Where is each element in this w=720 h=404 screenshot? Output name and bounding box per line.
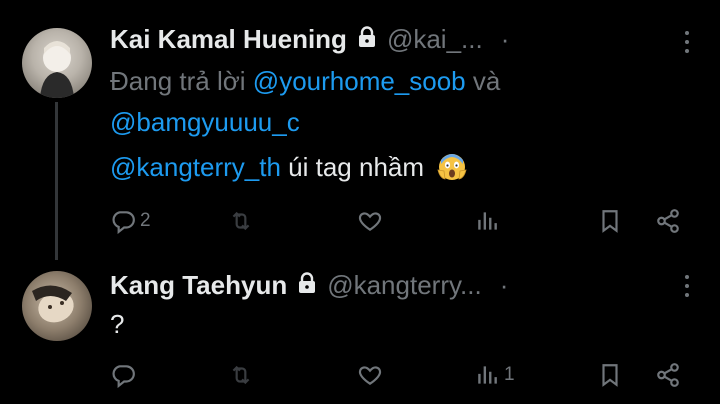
tweet-header: Kang Taehyun @kangterry... · — [110, 270, 508, 301]
like-button[interactable] — [357, 206, 383, 236]
views-icon — [478, 212, 497, 230]
tweet-text: ? — [110, 304, 124, 345]
retweet-button[interactable] — [228, 206, 254, 236]
replying-prefix: Đang trả lời — [110, 66, 246, 96]
display-name[interactable]: Kang Taehyun — [110, 270, 287, 301]
reply-icon — [112, 365, 135, 388]
mention-link[interactable]: @yourhome_soob — [253, 66, 466, 96]
separator-dot: · — [499, 270, 509, 300]
bookmark-button[interactable] — [597, 360, 623, 390]
reply-icon — [112, 211, 135, 234]
share-button[interactable] — [655, 206, 681, 236]
thread-line — [55, 102, 58, 260]
lock-icon — [297, 272, 317, 299]
reply-count: 2 — [140, 210, 151, 231]
handle[interactable]: @kangterry... — [327, 270, 482, 301]
more-icon[interactable] — [684, 275, 690, 297]
tweet-message: úi tag nhầm — [288, 152, 425, 182]
conjunction: và — [472, 66, 501, 96]
action-bar: 2 — [0, 206, 720, 236]
tweet[interactable]: Kai Kamal Huening @kai_... · Đang trả lờ… — [0, 0, 720, 260]
tweet[interactable]: Kang Taehyun @kangterry... · ? 1 — [0, 258, 720, 404]
views-button[interactable]: 1 — [474, 360, 515, 390]
share-icon — [657, 363, 679, 387]
reply-button[interactable] — [110, 360, 136, 390]
display-name[interactable]: Kai Kamal Huening — [110, 24, 347, 55]
more-icon[interactable] — [684, 31, 690, 53]
avatar[interactable] — [22, 28, 92, 98]
handle[interactable]: @kai_... — [387, 24, 483, 55]
screaming-face-emoji-icon — [437, 152, 467, 182]
reply-button[interactable]: 2 — [110, 206, 151, 236]
retweet-icon — [232, 211, 250, 231]
retweet-icon — [232, 365, 250, 385]
avatar[interactable] — [22, 271, 92, 341]
tweet-header: Kai Kamal Huening @kai_... · — [110, 24, 509, 55]
like-button[interactable] — [357, 360, 383, 390]
share-button[interactable] — [655, 360, 681, 390]
tweet-message: ? — [110, 309, 125, 339]
views-icon — [478, 366, 497, 384]
share-icon — [657, 209, 679, 233]
action-bar: 1 — [0, 360, 720, 390]
retweet-button[interactable] — [228, 360, 254, 390]
like-icon — [358, 212, 382, 231]
lock-icon — [357, 26, 377, 53]
mention-link[interactable]: @kangterry_th — [110, 152, 281, 182]
views-count: 1 — [504, 364, 515, 385]
bookmark-button[interactable] — [597, 206, 623, 236]
bookmark-icon — [602, 210, 618, 233]
mention-link[interactable]: @bamgyuuuu_c — [110, 107, 300, 137]
tweet-text: Đang trả lời @yourhome_soob và @bamgyuuu… — [110, 61, 500, 188]
views-button[interactable] — [474, 206, 500, 236]
separator-dot: · — [500, 24, 510, 54]
bookmark-icon — [602, 364, 618, 387]
like-icon — [358, 366, 382, 385]
